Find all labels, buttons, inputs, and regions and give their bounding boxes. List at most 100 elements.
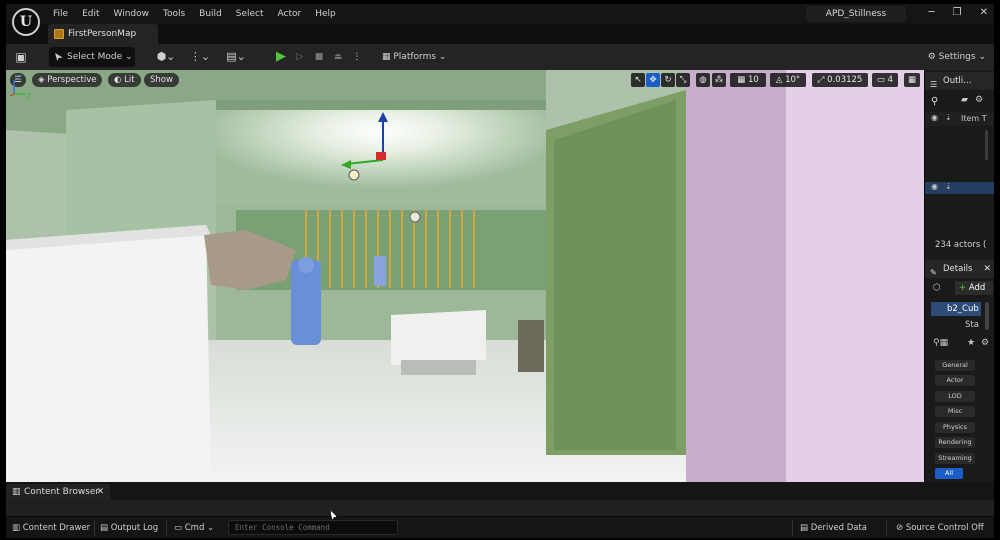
actor-count: 234 actors (: [935, 240, 987, 250]
component-item[interactable]: Sta: [965, 320, 979, 330]
tab-content-browser[interactable]: ▥ Content Browser ✕: [6, 484, 110, 500]
details-close-icon[interactable]: ✕: [983, 260, 991, 278]
perspective-label: Perspective: [47, 75, 97, 85]
grid-snap-value: 10: [747, 75, 759, 85]
stop-icon[interactable]: ■: [312, 47, 326, 67]
sequence-icon[interactable]: ▤⌄: [224, 47, 248, 67]
outliner-header[interactable]: ☰ Outli…: [925, 72, 994, 90]
level-viewport[interactable]: ☰ ◈ Perspective ◐ Lit Show ↖ ✥ ↻ ⤡ ◍ ⁂ ▦…: [6, 70, 924, 482]
menu-actor[interactable]: Actor: [271, 7, 309, 21]
menu-file[interactable]: File: [46, 7, 75, 21]
add-actor-icon[interactable]: ⬢⌄: [154, 47, 178, 67]
tab-firstpersonmap[interactable]: FirstPersonMap: [48, 24, 158, 44]
derived-data-button[interactable]: ▤ Derived Data: [800, 521, 867, 535]
world-local-icon[interactable]: ◍: [696, 73, 710, 87]
scale-tool-icon[interactable]: ⤡: [676, 73, 690, 87]
content-browser-close-icon[interactable]: ✕: [96, 484, 104, 500]
restore-icon[interactable]: ❐: [953, 7, 962, 18]
menu-bar: File Edit Window Tools Build Select Acto…: [46, 7, 343, 21]
cmd-label: Cmd: [184, 523, 205, 533]
content-drawer-button[interactable]: ▥ Content Drawer: [12, 521, 90, 535]
category-misc[interactable]: Misc: [935, 406, 975, 417]
search-icon[interactable]: ⚲: [931, 96, 938, 107]
component-item-selected[interactable]: b2_Cub: [931, 302, 981, 316]
menu-select[interactable]: Select: [229, 7, 271, 21]
source-control-label: Source Control Off: [905, 523, 984, 533]
maximize-viewport-icon[interactable]: ▦: [904, 73, 920, 87]
ue-logo-icon[interactable]: U: [12, 8, 40, 36]
advance-icon[interactable]: ▷: [293, 47, 307, 67]
eject-icon[interactable]: ⏏: [331, 47, 345, 67]
scene-render: [6, 70, 924, 482]
show-label: Show: [150, 75, 173, 85]
details-search-icon[interactable]: ⚲▦: [933, 338, 948, 348]
lit-button[interactable]: ◐ Lit: [108, 73, 141, 87]
play-icon[interactable]: ▶: [274, 47, 288, 67]
settings-gear-icon[interactable]: ⚙: [975, 95, 983, 105]
category-lod[interactable]: LOD: [935, 391, 975, 402]
camera-speed-button[interactable]: ▭ 4: [872, 73, 898, 87]
eye-icon[interactable]: ◉: [931, 113, 938, 122]
select-tool-icon[interactable]: ↖: [631, 73, 645, 87]
select-mode-dropdown[interactable]: Select Mode ⌄: [49, 47, 135, 67]
menu-build[interactable]: Build: [192, 7, 229, 21]
outliner-icon: ☰: [930, 80, 938, 89]
status-bar: ▥ Content Drawer ▤ Output Log ▭ Cmd ⌄ En…: [6, 516, 994, 538]
category-general[interactable]: General: [935, 360, 975, 371]
derived-data-label: Derived Data: [810, 523, 868, 533]
settings-button[interactable]: ⚙ Settings ⌄: [928, 47, 986, 67]
document-tab-row: FirstPersonMap: [6, 24, 994, 44]
outliner-scrollbar[interactable]: [985, 130, 988, 160]
rotation-snap-value: 10°: [785, 75, 801, 85]
menu-help[interactable]: Help: [308, 7, 343, 21]
surface-snap-icon[interactable]: ⁂: [712, 73, 726, 87]
folder-icon[interactable]: ▰: [961, 95, 968, 105]
menu-window[interactable]: Window: [107, 7, 157, 21]
component1-label: b2_Cub: [947, 304, 979, 314]
content-browser-label: Content Browser: [24, 487, 100, 497]
details-scrollbar[interactable]: [985, 302, 989, 330]
outliner-column-header: ◉ ⇣ Item T: [925, 112, 994, 126]
menu-edit[interactable]: Edit: [75, 7, 106, 21]
settings-label: Settings: [938, 52, 976, 62]
editor-window: File Edit Window Tools Build Select Acto…: [6, 4, 994, 538]
show-button[interactable]: Show: [144, 73, 179, 87]
add-component-button[interactable]: + Add: [955, 281, 993, 295]
output-log-button[interactable]: ▤ Output Log: [100, 521, 158, 535]
category-actor[interactable]: Actor: [935, 375, 975, 386]
category-all[interactable]: All: [935, 468, 963, 479]
grid-snap-button[interactable]: ▦ 10: [730, 73, 766, 87]
source-control-button[interactable]: ⊘ Source Control Off: [896, 521, 984, 535]
move-tool-icon[interactable]: ✥: [646, 73, 660, 87]
platforms-dropdown[interactable]: ▦ Platforms ⌄: [378, 47, 446, 67]
pin-icon[interactable]: ⇣: [945, 113, 952, 122]
minimize-icon[interactable]: ─: [929, 7, 935, 18]
close-icon[interactable]: ✕: [980, 7, 988, 18]
content-browser-icon: ▥: [12, 487, 21, 497]
details-gear-icon[interactable]: ⚙: [981, 338, 989, 348]
console-input[interactable]: Enter Console Command: [228, 520, 398, 535]
save-icon[interactable]: ▣: [12, 47, 30, 67]
category-streaming[interactable]: Streaming: [935, 453, 975, 464]
rotate-tool-icon[interactable]: ↻: [661, 73, 675, 87]
window-controls: ─ ❐ ✕: [929, 7, 988, 18]
blueprint-icon-small[interactable]: ⬡: [933, 283, 941, 293]
axis-indicator: z y: [9, 73, 31, 99]
menu-tools[interactable]: Tools: [156, 7, 192, 21]
camera-speed-value: 4: [887, 75, 894, 85]
scale-snap-button[interactable]: ⤢ 0.03125: [812, 73, 868, 87]
cmd-dropdown[interactable]: ▭ Cmd ⌄: [174, 521, 214, 535]
perspective-button[interactable]: ◈ Perspective: [32, 73, 103, 87]
gear-icon: ⚙: [927, 52, 936, 62]
details-header[interactable]: ✎ Details ✕: [925, 260, 994, 278]
category-rendering[interactable]: Rendering: [935, 437, 975, 448]
map-tab-label: FirstPersonMap: [68, 29, 137, 39]
blueprint-icon[interactable]: ⋮⌄: [188, 47, 212, 67]
category-physics[interactable]: Physics: [935, 422, 975, 433]
add-label: Add: [968, 283, 986, 293]
rotation-snap-button[interactable]: ◬ 10°: [770, 73, 806, 87]
star-icon[interactable]: ★: [967, 338, 975, 348]
outliner-selected-row[interactable]: ◉ ⇣: [925, 182, 994, 194]
more-options-icon[interactable]: ⋮: [350, 47, 364, 67]
lit-label: Lit: [124, 75, 135, 85]
